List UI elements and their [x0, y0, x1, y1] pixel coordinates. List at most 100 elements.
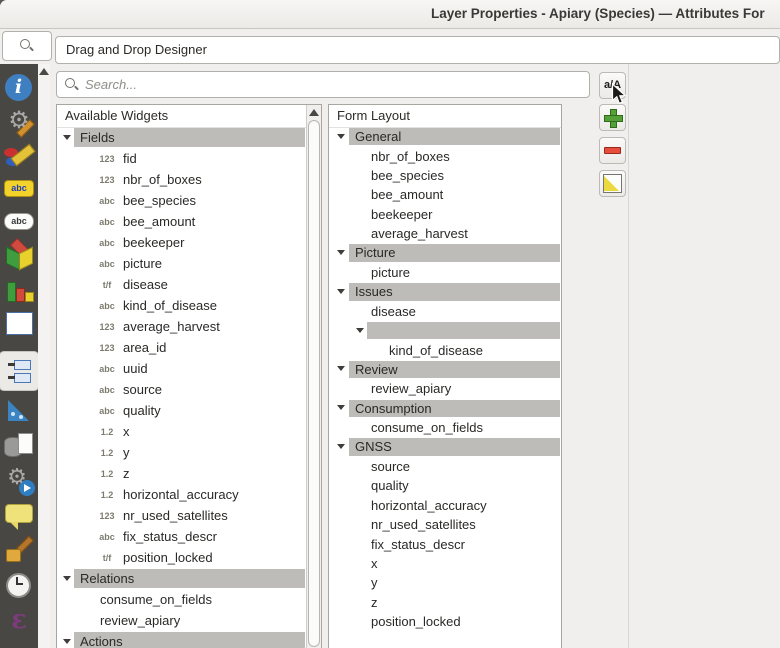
tree-item-row[interactable]: beekeeper: [329, 205, 561, 224]
tree-group-row[interactable]: Issues: [329, 282, 561, 301]
sidebar-page-label-abc-icon[interactable]: abc: [2, 171, 36, 205]
field-type-badge: abc: [95, 358, 119, 379]
sidebar-page-funnel-icon[interactable]: [2, 393, 36, 427]
tree-item-row[interactable]: position_locked: [329, 612, 561, 631]
chevron-down-icon[interactable]: [337, 134, 345, 139]
tree-group-row[interactable]: [329, 321, 561, 340]
sidebar-page-wrench-gear-icon[interactable]: ⚙: [2, 105, 36, 139]
tree-group-row[interactable]: Consumption: [329, 399, 561, 418]
tree-item-row[interactable]: review_apiary: [329, 379, 561, 398]
chevron-down-icon[interactable]: [337, 289, 345, 294]
tree-item-row[interactable]: nbr_of_boxes: [329, 146, 561, 165]
sidebar-page-mask-abc-icon[interactable]: abc: [2, 204, 36, 238]
chevron-down-icon[interactable]: [337, 366, 345, 371]
pages-sidebar-scrollbar[interactable]: [38, 64, 50, 648]
tree-item-row[interactable]: disease: [329, 302, 561, 321]
tree-item-row[interactable]: abcbee_amount: [57, 211, 306, 232]
tree-item-row[interactable]: 1.2x: [57, 421, 306, 442]
tree-item-row[interactable]: 123area_id: [57, 337, 306, 358]
tree-item-row[interactable]: quality: [329, 476, 561, 495]
yellow-triangle-button[interactable]: [599, 170, 626, 197]
tree-item-row[interactable]: x: [329, 554, 561, 573]
sidebar-page-broom-icon[interactable]: [2, 533, 36, 567]
chevron-down-icon[interactable]: [63, 576, 71, 581]
scrollbar-thumb[interactable]: [308, 120, 320, 647]
tree-item-row[interactable]: 1.2z: [57, 463, 306, 484]
sidebar-page-epsilon-icon[interactable]: ε: [2, 603, 36, 637]
title-bar[interactable]: Layer Properties - Apiary (Species) — At…: [0, 0, 780, 29]
tree-item-row[interactable]: 1.2horizontal_accuracy: [57, 484, 306, 505]
tree-item-row[interactable]: 123nr_used_satellites: [57, 505, 306, 526]
tree-item-row[interactable]: abcuuid: [57, 358, 306, 379]
chevron-down-icon[interactable]: [356, 328, 364, 333]
sidebar-page-paintbrush-icon[interactable]: [2, 138, 36, 172]
chevron-down-icon[interactable]: [337, 250, 345, 255]
tree-item-row[interactable]: 123nbr_of_boxes: [57, 169, 306, 190]
field-type-badge: abc: [95, 400, 119, 421]
tree-item-row[interactable]: source: [329, 457, 561, 476]
clock-icon: [16, 583, 23, 585]
scroll-up-icon[interactable]: [39, 68, 49, 75]
tree-item-row[interactable]: kind_of_disease: [329, 340, 561, 359]
chevron-down-icon[interactable]: [63, 135, 71, 140]
tree-item-row[interactable]: abcpicture: [57, 253, 306, 274]
tree-group-row[interactable]: GNSS: [329, 437, 561, 456]
group-label: GNSS: [349, 438, 560, 456]
tree-group-row[interactable]: Relations: [57, 568, 306, 589]
tree-item-row[interactable]: t/fdisease: [57, 274, 306, 295]
sidebar-page-chart-bars-icon[interactable]: [2, 272, 36, 306]
tree-group-row[interactable]: Fields: [57, 127, 306, 148]
chevron-down-icon[interactable]: [337, 405, 345, 410]
tree-group-row[interactable]: General: [329, 127, 561, 146]
add-button[interactable]: [599, 104, 626, 131]
pages-filter-box[interactable]: [2, 31, 52, 61]
tree-item-row[interactable]: bee_amount: [329, 185, 561, 204]
tree-item-row[interactable]: 123fid: [57, 148, 306, 169]
tree-item-row[interactable]: bee_species: [329, 166, 561, 185]
tree-group-row[interactable]: Actions: [57, 631, 306, 648]
tree-item-row[interactable]: abcsource: [57, 379, 306, 400]
remove-button[interactable]: [599, 137, 626, 164]
field-type-badge: 123: [95, 337, 119, 358]
tree-item-row[interactable]: picture: [329, 263, 561, 282]
tree-item-row[interactable]: abcfix_status_descr: [57, 526, 306, 547]
field-type-badge: 123: [95, 505, 119, 526]
tree-item-row[interactable]: fix_status_descr: [329, 534, 561, 553]
tree-item-row[interactable]: consume_on_fields: [329, 418, 561, 437]
tree-item-row[interactable]: 123average_harvest: [57, 316, 306, 337]
tree-item-row[interactable]: abcquality: [57, 400, 306, 421]
tree-item-row[interactable]: abcbee_species: [57, 190, 306, 211]
tree-group-row[interactable]: Review: [329, 360, 561, 379]
form-layout-tree[interactable]: Generalnbr_of_boxesbee_speciesbee_amount…: [329, 127, 561, 648]
group-bar: Picture: [349, 244, 560, 261]
sidebar-page-clock-icon[interactable]: [2, 568, 36, 602]
tree-group-row[interactable]: Picture: [329, 243, 561, 262]
sidebar-page-info-circle-icon[interactable]: i: [2, 71, 36, 105]
available-widgets-tree[interactable]: Fields123fid123nbr_of_boxesabcbee_specie…: [57, 127, 306, 648]
scroll-up-icon[interactable]: [309, 109, 319, 116]
chevron-down-icon[interactable]: [63, 639, 71, 644]
tree-item-row[interactable]: 1.2y: [57, 442, 306, 463]
tree-item-row[interactable]: review_apiary: [57, 610, 306, 631]
sidebar-page-form-icon[interactable]: [2, 354, 36, 388]
tree-scrollbar[interactable]: [306, 105, 321, 648]
search-input[interactable]: [56, 71, 590, 98]
plus-icon: [600, 105, 625, 130]
sidebar-page-speech-bubble-icon[interactable]: [2, 498, 36, 532]
tree-item-row[interactable]: abcbeekeeper: [57, 232, 306, 253]
tree-item-row[interactable]: z: [329, 593, 561, 612]
tree-item-row[interactable]: y: [329, 573, 561, 592]
sidebar-page-table-icon[interactable]: [2, 306, 36, 340]
tree-item-row[interactable]: average_harvest: [329, 224, 561, 243]
sidebar-page-cube-3d-icon[interactable]: [2, 238, 36, 272]
designer-select[interactable]: Drag and Drop Designer: [55, 36, 780, 64]
tree-item-row[interactable]: abckind_of_disease: [57, 295, 306, 316]
tree-item-row[interactable]: horizontal_accuracy: [329, 496, 561, 515]
tree-item-row[interactable]: consume_on_fields: [57, 589, 306, 610]
tree-item-row[interactable]: t/fposition_locked: [57, 547, 306, 568]
tree-item-row[interactable]: nr_used_satellites: [329, 515, 561, 534]
chevron-down-icon[interactable]: [337, 444, 345, 449]
sidebar-page-database-page-icon[interactable]: [2, 428, 36, 462]
sidebar-page-gear-play-icon[interactable]: ⚙: [2, 463, 36, 497]
field-type-badge: abc: [95, 211, 119, 232]
